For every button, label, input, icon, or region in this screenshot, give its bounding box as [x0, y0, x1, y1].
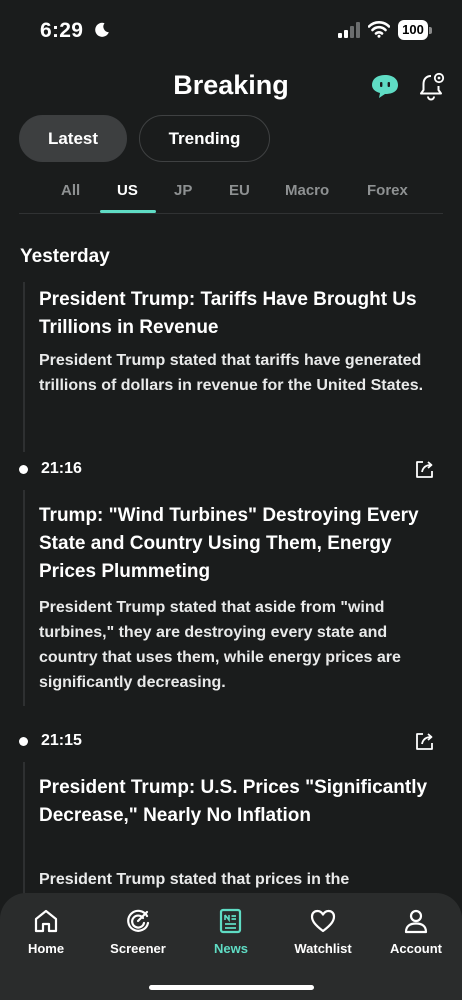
battery-level: 100: [398, 20, 428, 40]
nav-watchlist[interactable]: Watchlist: [277, 907, 369, 956]
tab-jp[interactable]: JP: [174, 182, 192, 199]
share-icon[interactable]: [414, 731, 434, 751]
nav-label: Screener: [110, 941, 166, 956]
cellular-signal-icon: [338, 22, 360, 38]
share-icon[interactable]: [414, 459, 434, 479]
bottom-nav: Home Screener News Watchlist Account: [0, 893, 462, 1000]
nav-home[interactable]: Home: [0, 907, 92, 956]
home-indicator: [149, 985, 314, 990]
nav-news[interactable]: News: [185, 907, 277, 956]
news-time: 21:16: [41, 460, 82, 477]
news-title[interactable]: President Trump: U.S. Prices "Significan…: [39, 774, 439, 830]
notification-settings-icon[interactable]: [418, 71, 446, 101]
nav-label: News: [214, 941, 248, 956]
news-body[interactable]: President Trump stated that aside from "…: [39, 595, 439, 695]
chat-assistant-icon[interactable]: [370, 73, 400, 99]
tab-eu[interactable]: EU: [229, 182, 250, 199]
news-title[interactable]: President Trump: Tariffs Have Brought Us…: [39, 286, 439, 342]
news-body[interactable]: President Trump stated that prices in th…: [39, 867, 439, 892]
nav-screener[interactable]: Screener: [92, 907, 184, 956]
tab-us[interactable]: US: [117, 182, 138, 199]
news-time: 21:15: [41, 732, 82, 749]
timeline-line: [23, 762, 25, 902]
news-title[interactable]: Trump: "Wind Turbines" Destroying Every …: [39, 502, 439, 586]
timeline-line: [23, 490, 25, 706]
heart-icon: [310, 909, 336, 933]
active-tab-indicator: [100, 210, 156, 213]
tab-macro[interactable]: Macro: [285, 182, 329, 199]
wifi-icon: [368, 21, 390, 38]
person-icon: [404, 909, 428, 934]
battery-tip: [429, 27, 432, 34]
status-bar: 6:29 100: [0, 0, 462, 60]
nav-label: Watchlist: [294, 941, 352, 956]
status-time: 6:29: [40, 19, 84, 42]
timeline-dot: [19, 737, 28, 746]
battery-icon: 100: [398, 20, 432, 40]
timeline-dot: [19, 465, 28, 474]
segment-latest[interactable]: Latest: [19, 115, 127, 162]
nav-account[interactable]: Account: [370, 907, 462, 956]
tab-forex[interactable]: Forex: [367, 182, 408, 199]
moon-icon: [95, 22, 109, 37]
news-body[interactable]: President Trump stated that tariffs have…: [39, 348, 439, 398]
day-header: Yesterday: [20, 246, 110, 267]
home-icon: [34, 909, 58, 933]
nav-label: Account: [390, 941, 442, 956]
news-icon: [219, 908, 242, 934]
tab-all[interactable]: All: [61, 182, 80, 199]
segment-trending[interactable]: Trending: [139, 115, 270, 162]
nav-label: Home: [27, 941, 65, 956]
timeline-line: [23, 282, 25, 452]
region-tabs: All US JP EU Macro Forex: [19, 170, 443, 214]
screener-icon: [127, 909, 150, 932]
